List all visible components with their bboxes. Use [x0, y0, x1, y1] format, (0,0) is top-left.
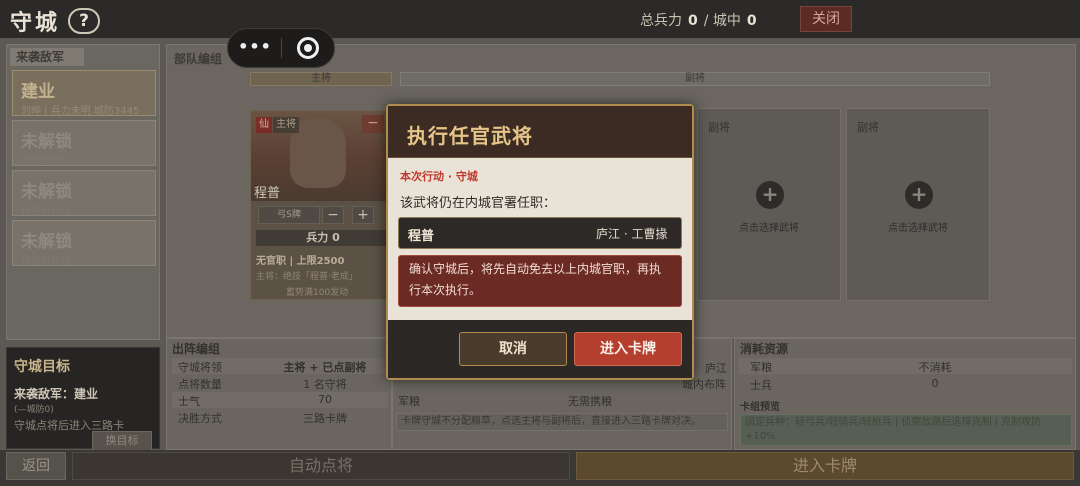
- enemy-sub: 锁定目标位: [21, 206, 71, 217]
- deploy-row-key: 决胜方式: [178, 412, 222, 425]
- deputy-slot-label: 副将: [708, 121, 730, 134]
- enemy-name: 未解锁: [21, 232, 72, 252]
- deploy-row-value: 70: [318, 393, 332, 406]
- change-target-button[interactable]: 换目标: [92, 431, 152, 451]
- enemy-name: 未解锁: [21, 132, 72, 152]
- defend-target-title: 守城目标: [14, 359, 70, 375]
- deck-preview-text: 固定兵种：轻弓兵/轻骑兵/轻枪兵 | 侦察敌路后选择克制 | 克制攻防+10%: [740, 414, 1072, 446]
- deploy-row-value: 1 名守将: [303, 378, 347, 391]
- deploy-row: 点将数量 1 名守将: [172, 375, 388, 391]
- general-skill: 主将：绝技「程普·老成」: [256, 272, 358, 282]
- general-office: 无官职 | 上限2500: [256, 256, 345, 267]
- enemy-card[interactable]: 建业刘晔 | 兵力未明 城防3445: [12, 70, 156, 117]
- deploy-row-key: 点将数量: [178, 378, 222, 391]
- city-name: 庐江: [705, 362, 727, 375]
- more-icon[interactable]: •••: [238, 38, 272, 58]
- deputy-slot-caption: 点击选择武将: [739, 223, 799, 234]
- enemy-sub: 刘晔 | 兵力未明 城防3445: [21, 106, 140, 117]
- modal-warning: 确认守城后，将先自动免去以上内城官职，再执行本次执行。: [398, 255, 682, 307]
- deputy-slot[interactable]: 副将 + 点击选择武将: [697, 108, 841, 301]
- total-troops-value: 0: [688, 13, 698, 29]
- deputy-slot-label: 副将: [857, 121, 879, 134]
- enemy-name: 未解锁: [21, 182, 72, 202]
- in-city-value: 0: [746, 13, 757, 29]
- modal-description: 该武将仍在内城官署任职：: [400, 196, 557, 211]
- enter-cards-button[interactable]: 进入卡牌: [576, 452, 1074, 480]
- capsule-divider: [281, 38, 282, 58]
- defend-target-defense: (—城防0): [14, 405, 54, 415]
- formation-title: 部队编组: [174, 52, 223, 66]
- total-troops-label: 总兵力: [640, 13, 682, 29]
- enemy-sub: 锁定目标位: [21, 156, 71, 167]
- deploy-row-value: 主将 + 已点副将: [283, 361, 367, 374]
- enemy-card-locked[interactable]: 未解锁 锁定目标位: [12, 120, 156, 167]
- deploy-row: 守城将领 主将 + 已点副将: [172, 358, 388, 374]
- plus-icon: +: [905, 181, 933, 209]
- deploy-row: 决胜方式 三路卡牌: [172, 409, 388, 425]
- deploy-title: 出阵编组: [172, 342, 221, 356]
- provisions-value: 无需携粮: [568, 395, 612, 408]
- deploy-row: 士气 70: [172, 392, 388, 408]
- xian-badge: 仙: [256, 117, 272, 133]
- enemy-sub: 锁定目标位: [21, 256, 71, 267]
- enemy-name: 建业: [21, 82, 55, 102]
- in-city-label: 城中: [712, 13, 741, 29]
- consume-row: 士兵 0: [738, 376, 1072, 392]
- troop-type-button[interactable]: 弓S牌: [258, 206, 320, 224]
- troop-plus-button[interactable]: +: [352, 206, 374, 224]
- consume-row-value: 不消耗: [918, 361, 952, 374]
- target-icon-dot: [304, 44, 312, 52]
- close-button[interactable]: 关闭: [800, 6, 852, 32]
- deck-preview-title: 卡组预览: [740, 402, 780, 413]
- plus-icon: +: [756, 181, 784, 209]
- consume-row-value: 0: [931, 377, 939, 390]
- consume-row: 军粮 不消耗: [738, 358, 1072, 374]
- deploy-row-value: 三路卡牌: [303, 412, 347, 425]
- main-general-label: 主将: [250, 72, 392, 86]
- consume-row-key: 军粮: [750, 361, 772, 374]
- main-general-badge: 主将: [273, 117, 299, 133]
- troop-minus-button[interactable]: −: [322, 206, 344, 224]
- top-bar: [0, 0, 1080, 38]
- remove-general-button[interactable]: −: [362, 115, 384, 133]
- help-icon[interactable]: ?: [68, 8, 100, 34]
- supply-note: 卡牌守城不分配粮草，点选主将与副将后，直接进入三路卡牌对决。: [396, 413, 728, 431]
- general-name: 程普: [254, 186, 281, 201]
- provisions-label: 军粮: [398, 395, 420, 408]
- consume-row-key: 士兵: [750, 379, 772, 392]
- deputy-slot-caption: 点击选择武将: [888, 223, 948, 234]
- auto-assign-button[interactable]: 自动点将: [72, 452, 570, 480]
- troop-stats: 总兵力 0 / 城中 0: [640, 10, 763, 30]
- deploy-row-key: 守城将领: [178, 361, 222, 374]
- enemy-card-locked[interactable]: 未解锁 锁定目标位: [12, 220, 156, 267]
- page-title: 守城: [10, 11, 61, 36]
- defend-target-enemy: 来袭敌军：建业: [14, 387, 99, 401]
- modal-title: 执行任官武将: [407, 124, 533, 148]
- general-skill-trigger: 蓄势满100发动: [286, 288, 349, 298]
- enemy-card-locked[interactable]: 未解锁 锁定目标位: [12, 170, 156, 217]
- stats-separator: /: [703, 13, 709, 29]
- deputy-slot[interactable]: 副将 + 点击选择武将: [846, 108, 990, 301]
- confirm-button[interactable]: 进入卡牌: [574, 332, 682, 366]
- enemy-panel-heading: 来袭敌军: [10, 48, 84, 66]
- back-button[interactable]: 返回: [6, 452, 66, 480]
- consume-title: 消耗资源: [740, 342, 789, 356]
- deputy-general-label: 副将: [400, 72, 990, 86]
- cancel-button[interactable]: 取消: [459, 332, 567, 366]
- modal-general-office: 庐江 · 工曹掾: [596, 227, 668, 241]
- deploy-row-key: 士气: [178, 395, 200, 408]
- modal-subtitle: 本次行动 · 守城: [400, 170, 478, 183]
- modal-general-name: 程普: [408, 229, 435, 244]
- general-force: 兵力 0: [256, 230, 390, 246]
